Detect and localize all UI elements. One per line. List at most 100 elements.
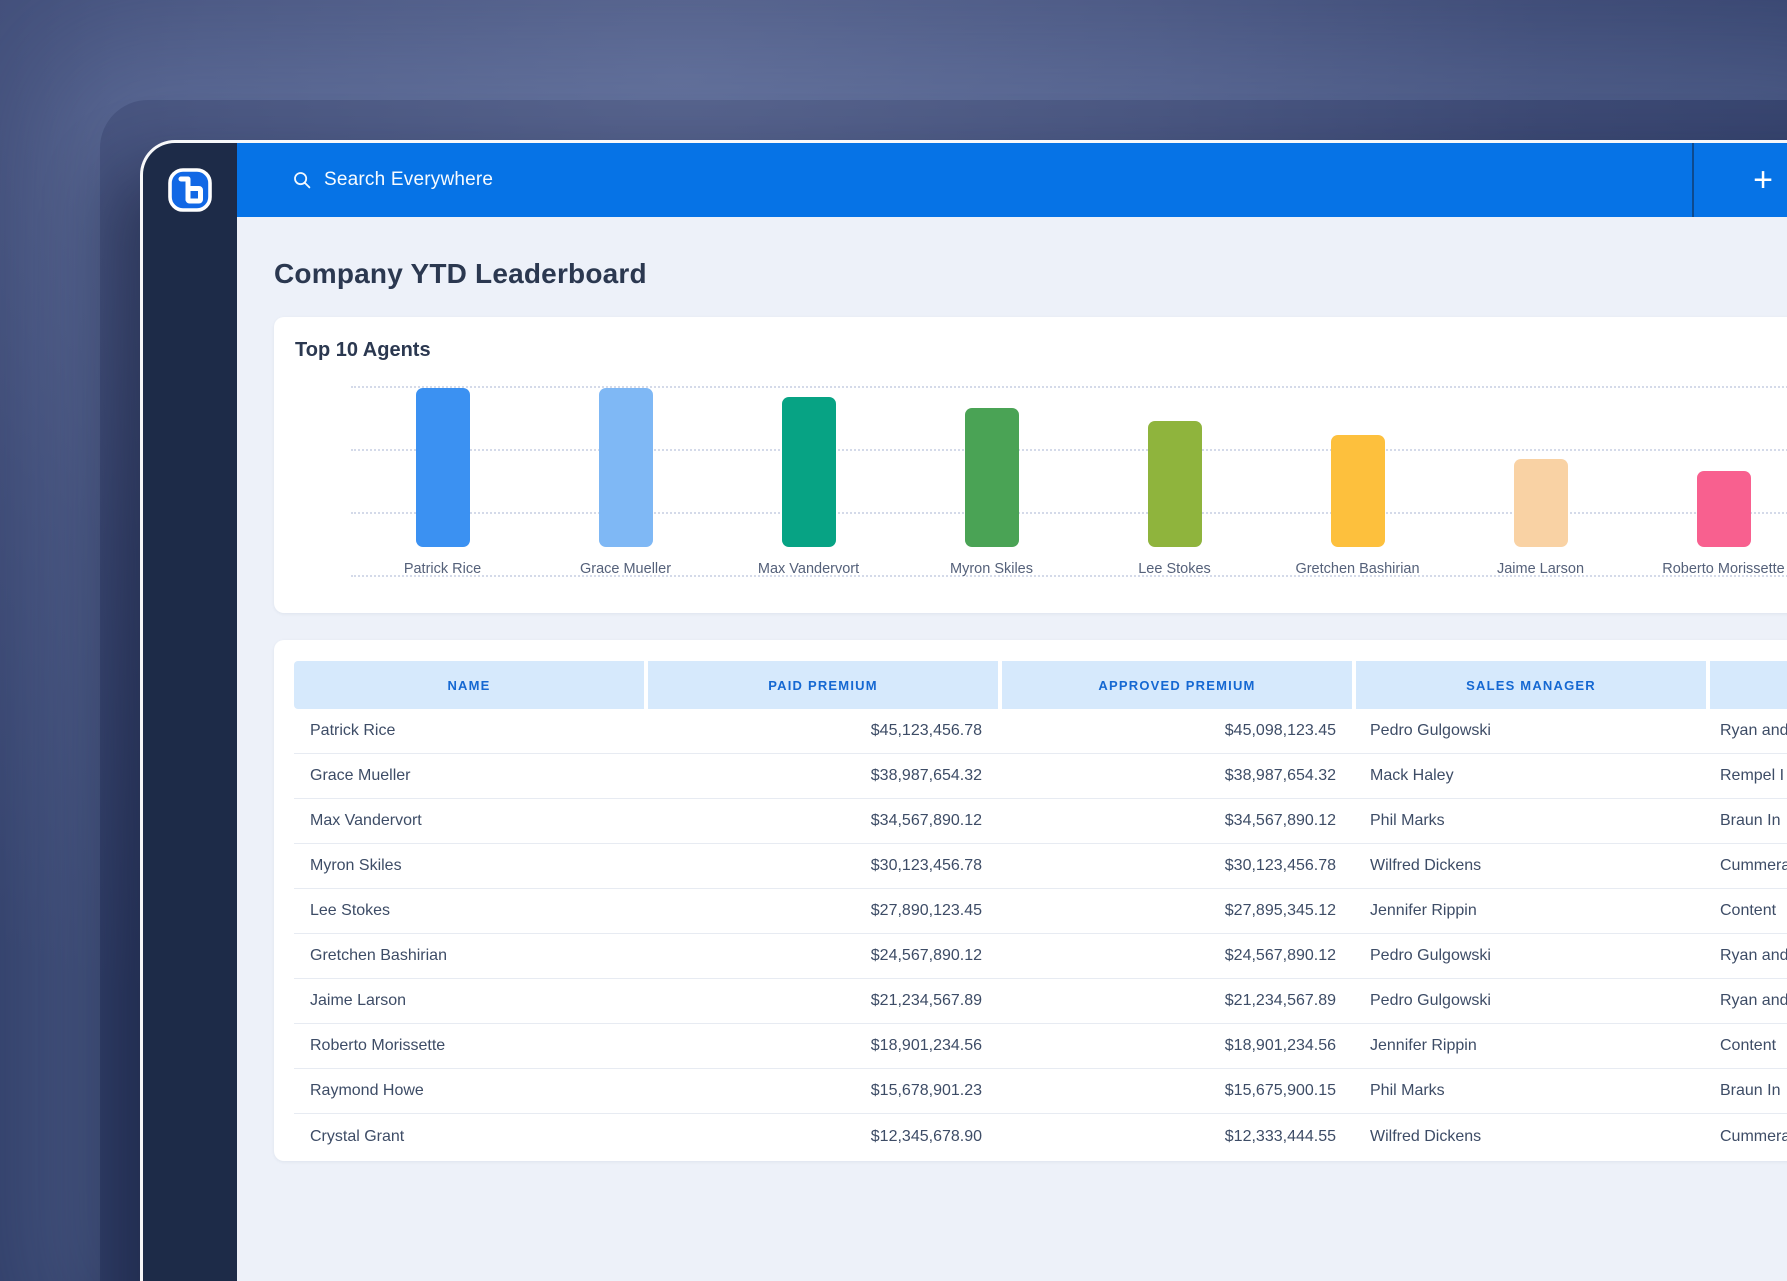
chart-bar[interactable]: [781, 397, 836, 547]
chart-slot: Grace Mueller: [534, 388, 717, 577]
chart-card: Top 10 Agents $6k$4k$2k0 Patrick Rice Gr…: [274, 317, 1787, 613]
cell-agency: Ryan and: [1720, 722, 1787, 739]
cell-paid-premium: $34,567,890.12: [870, 812, 982, 829]
header-divider: [1692, 143, 1694, 217]
chart-slot: Patrick Rice: [351, 388, 534, 577]
logo-icon[interactable]: [167, 167, 213, 213]
cell-name: Raymond Howe: [310, 1082, 424, 1099]
chart-bar[interactable]: [598, 388, 653, 547]
cell-paid-premium: $24,567,890.12: [870, 947, 982, 964]
x-category-label: Jaime Larson: [1496, 561, 1585, 577]
table-header-cell[interactable]: NAME: [294, 661, 644, 709]
table-body: Patrick Rice $45,123,456.78 $45,098,123.…: [294, 709, 1787, 1159]
cell-name: Gretchen Bashirian: [310, 947, 447, 964]
chart-slot: Max Vandervort: [717, 388, 900, 577]
cell-paid-premium: $18,901,234.56: [870, 1037, 982, 1054]
table-row: Jaime Larson $21,234,567.89 $21,234,567.…: [294, 979, 1787, 1024]
cell-name: Grace Mueller: [310, 767, 411, 784]
x-category-label: Patrick Rice: [403, 561, 482, 577]
x-category-label: Lee Stokes: [1138, 561, 1211, 577]
desktop-background: Search Everywhere + Company YTD Leaderbo…: [0, 0, 1787, 1281]
table-row: Raymond Howe $15,678,901.23 $15,675,900.…: [294, 1069, 1787, 1114]
cell-agency: Cummera: [1720, 857, 1787, 874]
table-row: Max Vandervort $34,567,890.12 $34,567,89…: [294, 799, 1787, 844]
cell-agency: Content: [1720, 902, 1777, 919]
cell-approved-premium: $21,234,567.89: [1224, 992, 1336, 1009]
chart-slot: Gretchen Bashirian: [1266, 388, 1449, 577]
cell-agency: Rempel I: [1720, 767, 1785, 784]
cell-sales-manager: Jennifer Rippin: [1370, 902, 1477, 919]
x-category-label: Gretchen Bashirian: [1295, 561, 1420, 577]
main-content: Company YTD Leaderboard Top 10 Agents $6…: [237, 217, 1787, 1281]
bar-chart: $6k$4k$2k0 Patrick Rice Grace Mueller Ma…: [295, 378, 1787, 610]
cell-sales-manager: Phil Marks: [1370, 1082, 1445, 1099]
cell-paid-premium: $27,890,123.45: [870, 902, 982, 919]
cell-paid-premium: $12,345,678.90: [870, 1127, 982, 1145]
cell-name: Max Vandervort: [310, 812, 422, 829]
table-header-row: NAME PAID PREMIUM APPROVED PREMIUM SALES MA…: [294, 661, 1787, 709]
window-body: Search Everywhere + Company YTD Leaderbo…: [237, 143, 1787, 1281]
cell-approved-premium: $24,567,890.12: [1224, 947, 1336, 964]
table-header-cell[interactable]: APPROVED PREMIUM: [1002, 661, 1352, 709]
chart-bar[interactable]: [964, 408, 1019, 547]
cell-sales-manager: Mack Haley: [1370, 767, 1454, 784]
search-input[interactable]: Search Everywhere: [292, 169, 493, 191]
cell-paid-premium: $15,678,901.23: [870, 1082, 982, 1099]
cell-name: Roberto Morissette: [310, 1037, 446, 1054]
table-row: Myron Skiles $30,123,456.78 $30,123,456.…: [294, 844, 1787, 889]
chart-slot: Myron Skiles: [900, 388, 1083, 577]
table-header-cell[interactable]: [1710, 661, 1787, 709]
search-placeholder: Search Everywhere: [324, 169, 494, 190]
add-button[interactable]: +: [1733, 143, 1787, 217]
app-header: Search Everywhere +: [237, 143, 1787, 217]
cell-name: Jaime Larson: [310, 992, 407, 1009]
cell-paid-premium: $45,123,456.78: [870, 722, 982, 739]
table-header-cell[interactable]: PAID PREMIUM: [648, 661, 998, 709]
table-row: Patrick Rice $45,123,456.78 $45,098,123.…: [294, 709, 1787, 754]
cell-approved-premium: $15,675,900.15: [1224, 1082, 1336, 1099]
cell-sales-manager: Pedro Gulgowski: [1370, 947, 1491, 964]
chart-bar[interactable]: [1696, 471, 1751, 547]
cell-sales-manager: Pedro Gulgowski: [1370, 992, 1491, 1009]
cell-name: Crystal Grant: [310, 1127, 405, 1145]
chart-slot: Roberto Morissette: [1632, 388, 1787, 577]
cell-agency: Braun In: [1720, 1082, 1781, 1099]
table-row: Grace Mueller $38,987,654.32 $38,987,654…: [294, 754, 1787, 799]
x-category-label: Grace Mueller: [579, 561, 672, 577]
cell-name: Lee Stokes: [310, 902, 391, 919]
cell-approved-premium: $34,567,890.12: [1224, 812, 1336, 829]
sidebar: [143, 143, 237, 1281]
chart-title: Top 10 Agents: [295, 339, 431, 361]
chart-bars: Patrick Rice Grace Mueller Max Vandervor…: [351, 388, 1787, 577]
cell-paid-premium: $21,234,567.89: [870, 992, 982, 1009]
chart-bar[interactable]: [1147, 421, 1202, 547]
cell-agency: Cummera: [1720, 1127, 1787, 1145]
table-header-cell[interactable]: SALES MANAGER: [1356, 661, 1706, 709]
chart-slot: Lee Stokes: [1083, 388, 1266, 577]
page-title: Company YTD Leaderboard: [274, 258, 647, 289]
chart-bar[interactable]: [1513, 458, 1568, 547]
cell-agency: Braun In: [1720, 812, 1781, 829]
cell-agency: Ryan and: [1720, 992, 1787, 1009]
app-window: Search Everywhere + Company YTD Leaderbo…: [143, 143, 1787, 1281]
chart-bar[interactable]: [415, 388, 470, 547]
cell-approved-premium: $30,123,456.78: [1224, 857, 1336, 874]
cell-approved-premium: $18,901,234.56: [1224, 1037, 1336, 1054]
cell-paid-premium: $30,123,456.78: [870, 857, 982, 874]
cell-approved-premium: $45,098,123.45: [1224, 722, 1336, 739]
cell-agency: Ryan and: [1720, 947, 1787, 964]
cell-approved-premium: $12,333,444.55: [1224, 1127, 1336, 1145]
x-category-label: Myron Skiles: [950, 561, 1033, 577]
table-row: Roberto Morissette $18,901,234.56 $18,90…: [294, 1024, 1787, 1069]
cell-approved-premium: $38,987,654.32: [1224, 767, 1336, 784]
cell-sales-manager: Wilfred Dickens: [1370, 1127, 1482, 1145]
cell-sales-manager: Phil Marks: [1370, 812, 1445, 829]
x-category-label: Roberto Morissette: [1662, 561, 1785, 577]
cell-agency: Content: [1720, 1037, 1777, 1054]
cell-paid-premium: $38,987,654.32: [870, 767, 982, 784]
cell-approved-premium: $27,895,345.12: [1224, 902, 1336, 919]
leaderboard-table: NAME PAID PREMIUM APPROVED PREMIUM SALES MA…: [274, 640, 1787, 1161]
cell-name: Patrick Rice: [310, 722, 396, 739]
cell-sales-manager: Pedro Gulgowski: [1370, 722, 1491, 739]
chart-bar[interactable]: [1330, 435, 1385, 547]
